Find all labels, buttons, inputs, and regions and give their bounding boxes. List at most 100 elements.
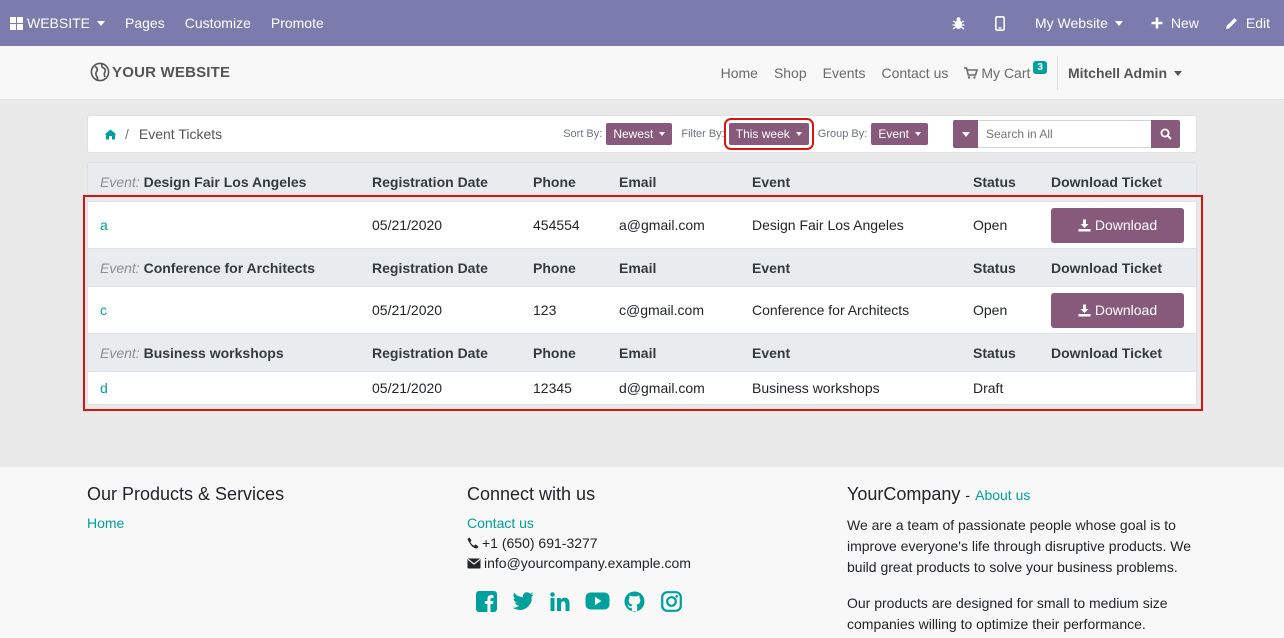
- github-icon[interactable]: [621, 589, 647, 613]
- site-footer: Our Products & Services Home Connect wit…: [0, 467, 1284, 638]
- col-event: Event: [752, 174, 791, 190]
- caret-down-icon: [97, 20, 106, 26]
- envelope-icon: [467, 558, 481, 568]
- group-header-row: Event: Business workshops Registration D…: [88, 333, 1196, 371]
- customize-menu[interactable]: Customize: [175, 0, 261, 46]
- email: c@gmail.com: [619, 302, 705, 318]
- website-menu[interactable]: WEBSITE: [0, 0, 115, 46]
- about-us-link[interactable]: About us: [975, 487, 1030, 503]
- event-name: Design Fair Los Angeles: [752, 217, 904, 233]
- nav-shop[interactable]: Shop: [766, 65, 815, 81]
- group-event-name: Business workshops: [143, 344, 284, 361]
- user-menu[interactable]: Mitchell Admin: [1060, 65, 1190, 81]
- col-email: Email: [619, 174, 657, 190]
- status: Open: [973, 217, 1008, 233]
- search-input[interactable]: [978, 120, 1151, 148]
- home-icon[interactable]: [104, 129, 117, 140]
- nav-cart[interactable]: My Cart 3: [956, 60, 1055, 81]
- caret-down-icon: [1174, 70, 1182, 76]
- col-status: Status: [973, 259, 1016, 276]
- sort-value: Newest: [613, 127, 654, 141]
- footer-company: YourCompany - About us We are a team of …: [847, 484, 1197, 635]
- caret-down-icon: [915, 132, 921, 136]
- user-name: Mitchell Admin: [1067, 65, 1167, 81]
- col-email: Email: [619, 344, 657, 361]
- event-name: Business workshops: [752, 380, 880, 396]
- pages-menu[interactable]: Pages: [115, 0, 175, 46]
- group-dropdown[interactable]: Event: [871, 123, 928, 145]
- filter-dropdown[interactable]: This week: [723, 118, 814, 150]
- footer-home-link[interactable]: Home: [87, 515, 284, 531]
- search-bar: [953, 120, 1180, 148]
- download-label: Download: [1094, 217, 1158, 233]
- site-logo[interactable]: YOUR WEBSITE: [90, 62, 230, 82]
- mobile-icon: [994, 15, 1005, 31]
- sort-label: Sort By:: [563, 128, 603, 140]
- nav-divider: [1056, 56, 1058, 90]
- cart-label: My Cart: [981, 65, 1031, 81]
- attendee-name-link[interactable]: c: [100, 302, 107, 318]
- twitter-icon[interactable]: [510, 589, 536, 613]
- col-phone: Phone: [533, 344, 576, 361]
- attendee-name-link[interactable]: d: [100, 380, 108, 396]
- search-filter-dropdown[interactable]: [953, 120, 978, 148]
- event-prefix: Event:: [100, 259, 140, 276]
- col-phone: Phone: [533, 259, 576, 276]
- filter-label: Filter By:: [681, 128, 725, 140]
- social-links: [473, 589, 695, 613]
- group-header-row: Event: Conference for Architects Registr…: [88, 248, 1196, 286]
- email: d@gmail.com: [619, 380, 705, 396]
- promote-menu[interactable]: Promote: [261, 0, 334, 46]
- facebook-icon[interactable]: [473, 589, 499, 613]
- sort-dropdown[interactable]: Newest: [606, 123, 673, 145]
- download-button[interactable]: Download: [1051, 292, 1184, 328]
- breadcrumb-separator: /: [125, 126, 129, 142]
- col-phone: Phone: [533, 174, 576, 190]
- logo-text: YOUR WEBSITE: [112, 63, 231, 81]
- nav-events[interactable]: Events: [815, 65, 874, 81]
- group-title: Event: Business workshops: [100, 345, 284, 361]
- breadcrumb-current: Event Tickets: [138, 126, 223, 142]
- registration-date: 05/21/2020: [372, 380, 443, 396]
- footer-phone: +1 (650) 691-3277: [467, 535, 695, 551]
- attendee-name-link[interactable]: a: [100, 217, 108, 233]
- download-icon: [1078, 219, 1091, 231]
- mobile-preview-button[interactable]: [979, 0, 1021, 46]
- breadcrumb: / Event Tickets: [104, 126, 222, 142]
- debug-button[interactable]: [938, 0, 979, 46]
- col-registration-date: Registration Date: [372, 344, 488, 361]
- cart-icon: [964, 67, 979, 79]
- edit-button[interactable]: Edit: [1213, 0, 1284, 46]
- main-nav: Home Shop Events Contact us My Cart 3 Mi…: [713, 46, 1190, 100]
- group-header-row: Event: Design Fair Los Angeles Registrat…: [88, 163, 1196, 201]
- table-row: d 05/21/2020 12345 d@gmail.com Business …: [88, 371, 1196, 404]
- footer-products-title: Our Products & Services: [87, 484, 285, 504]
- nav-contact[interactable]: Contact us: [873, 65, 956, 81]
- youtube-icon[interactable]: [584, 589, 610, 613]
- col-status: Status: [973, 344, 1016, 361]
- group-value: Event: [878, 127, 909, 141]
- new-label: New: [1170, 15, 1199, 31]
- instagram-icon[interactable]: [658, 589, 684, 613]
- status: Open: [973, 302, 1008, 318]
- new-button[interactable]: New: [1137, 0, 1213, 46]
- footer-contact-link[interactable]: Contact us: [467, 515, 695, 531]
- col-registration-date: Registration Date: [372, 259, 488, 276]
- group-label: Group By:: [817, 128, 868, 140]
- linkedin-icon[interactable]: [547, 589, 573, 613]
- download-button[interactable]: Download: [1051, 207, 1184, 243]
- col-email: Email: [619, 259, 657, 276]
- phone: 12345: [533, 380, 572, 396]
- filters: Sort By: Newest Filter By: This week Gro…: [563, 118, 1180, 150]
- cart-count-badge: 3: [1033, 60, 1047, 74]
- download-icon: [1078, 304, 1091, 316]
- company-description: We are a team of passionate people whose…: [847, 517, 1192, 575]
- phone: 454554: [533, 217, 580, 233]
- nav-home[interactable]: Home: [713, 65, 766, 81]
- search-button[interactable]: [1151, 120, 1180, 148]
- pencil-icon: [1225, 17, 1237, 29]
- group-title: Event: Conference for Architects: [100, 260, 315, 276]
- my-website-menu[interactable]: My Website: [1021, 0, 1137, 46]
- col-event: Event: [752, 344, 791, 361]
- caret-down-icon: [659, 132, 666, 136]
